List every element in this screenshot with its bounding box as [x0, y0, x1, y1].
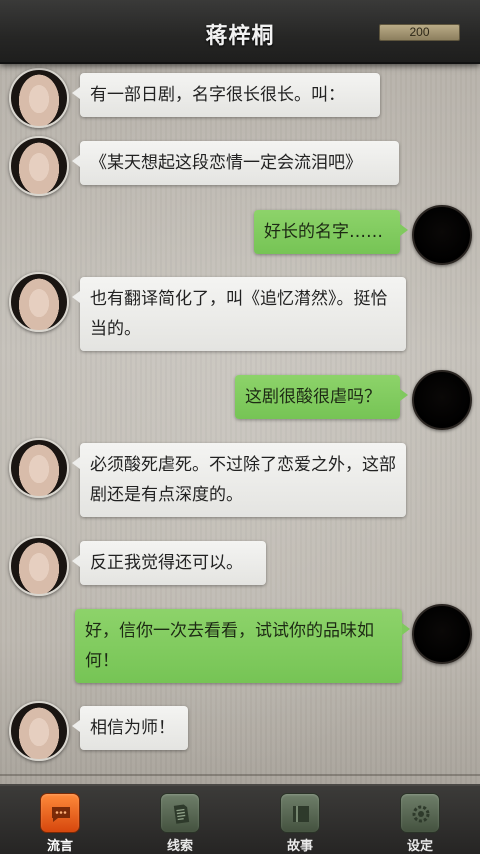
- message-bubble-received: 必须酸死虐死。不过除了恋爱之外，这部剧还是有点深度的。: [72, 443, 406, 517]
- title-bar: 蒋梓桐 200: [0, 0, 480, 64]
- tab-settings[interactable]: 设定: [360, 786, 480, 854]
- tab-clues[interactable]: 线索: [120, 786, 240, 854]
- message-bubble-received: 反正我觉得还可以。: [72, 541, 266, 585]
- notes-icon: [160, 793, 200, 833]
- user-avatar[interactable]: [412, 370, 472, 430]
- message-bubble-sent: 这剧很酸很虐吗？: [235, 375, 408, 419]
- coin-counter[interactable]: 200: [379, 24, 460, 41]
- message-bubble-sent: 好长的名字……: [254, 210, 408, 254]
- book-icon: [280, 793, 320, 833]
- chat-bubble-icon: [40, 793, 80, 833]
- message-bubble-received: 有一部日剧，名字很长很长。叫：: [72, 73, 380, 117]
- message-bubble-received: 《某天想起这段恋情一定会流泪吧》: [72, 141, 399, 185]
- tab-label: 流言: [46, 839, 73, 854]
- message-bubble-sent: 好，信你一次去看看，试试你的品味如何！: [75, 609, 410, 683]
- message-bubble-received: 也有翻译简化了，叫《追忆潸然》。挺恰当的。: [72, 277, 406, 351]
- contact-avatar[interactable]: [9, 136, 69, 196]
- user-avatar[interactable]: [412, 604, 472, 664]
- tab-label: 线索: [166, 839, 193, 854]
- user-avatar[interactable]: [412, 205, 472, 265]
- tab-label: 故事: [286, 839, 313, 854]
- chat-area[interactable]: 有一部日剧，名字很长很长。叫： 《某天想起这段恋情一定会流泪吧》 好长的名字………: [0, 64, 480, 784]
- contact-avatar[interactable]: [9, 272, 69, 332]
- contact-avatar[interactable]: [9, 438, 69, 498]
- gear-icon: [400, 793, 440, 833]
- contact-avatar[interactable]: [9, 68, 69, 128]
- tab-rumors[interactable]: 流言: [0, 786, 120, 854]
- message-bubble-received: 相信为师！: [72, 706, 188, 750]
- tab-label: 设定: [406, 839, 433, 854]
- contact-avatar[interactable]: [9, 701, 69, 761]
- contact-avatar[interactable]: [9, 536, 69, 596]
- tab-story[interactable]: 故事: [240, 786, 360, 854]
- bottom-nav: 流言 线索 故事 设定: [0, 784, 480, 854]
